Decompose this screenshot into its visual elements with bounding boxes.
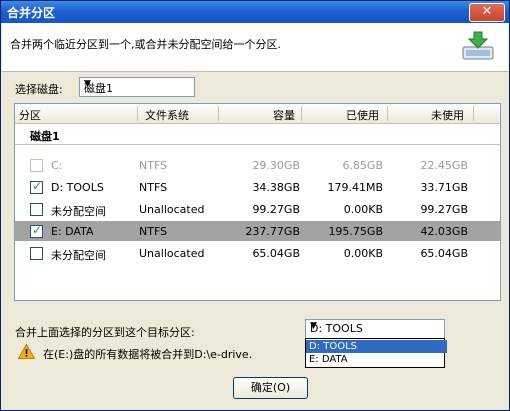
description-text: 合并两个临近分区到一个,或合并未分配空间给一个分区. <box>10 38 281 51</box>
partition-used: 195.75GB <box>328 225 383 238</box>
target-partition-dropdown[interactable]: D: TOOLS ▼ <box>305 319 445 339</box>
partition-name: 未分配空间 <box>51 249 106 262</box>
partition-free: 99.27GB <box>420 203 468 216</box>
partition-name: 未分配空间 <box>51 205 106 218</box>
partition-row[interactable]: ✓ E: DATA NTFS 237.77GB 195.75GB 42.03GB <box>15 221 500 241</box>
warning-icon <box>18 344 35 359</box>
target-dropdown-list: D: TOOLS E: DATA <box>305 338 447 368</box>
partition-capacity: 34.38GB <box>252 181 300 194</box>
check-icon: ✓ <box>32 179 43 193</box>
partition-name: E: DATA <box>51 225 94 238</box>
column-free[interactable]: 未使用 <box>431 107 464 123</box>
dropdown-option[interactable]: D: TOOLS <box>306 340 447 353</box>
warning-text: 在(E:)盘的所有数据将被合并到D:\e-drive. <box>43 348 253 361</box>
disk-group-label: 磁盘1 <box>30 130 60 143</box>
partition-capacity: 65.04GB <box>252 247 300 260</box>
chevron-down-icon[interactable]: ▼ <box>310 321 441 331</box>
partition-used: 179.41MB <box>327 181 383 194</box>
partition-checkbox[interactable]: ✓ <box>30 179 43 194</box>
column-partition[interactable]: 分区 <box>19 107 41 123</box>
target-partition-label: 合并上面选择的分区到这个目标分区: <box>15 326 195 339</box>
partition-checkbox[interactable] <box>30 203 43 216</box>
merge-partition-icon <box>462 31 494 60</box>
partition-checkbox[interactable] <box>30 247 43 260</box>
disk-dropdown[interactable]: 磁盘1 ▼ <box>79 77 195 97</box>
merge-partition-dialog: 合并分区 ✕ 合并两个临近分区到一个,或合并未分配空间给一个分区. 选择磁盘: … <box>0 0 510 411</box>
partition-filesystem: NTFS <box>139 225 168 238</box>
window-title: 合并分区 <box>7 6 56 20</box>
partition-list: 分区 文件系统 容量 已使用 未使用 磁盘1 C: NTFS 29.30GB 6.85… <box>14 103 501 301</box>
check-icon: ✓ <box>32 223 43 237</box>
column-header: 分区 文件系统 容量 已使用 未使用 <box>15 104 500 124</box>
partition-capacity: 237.77GB <box>245 225 300 238</box>
group-divider <box>15 144 500 145</box>
partition-capacity: 29.30GB <box>252 159 300 172</box>
partition-filesystem: NTFS <box>139 181 168 194</box>
close-button[interactable]: ✕ <box>469 3 505 22</box>
dropdown-option[interactable]: E: DATA <box>306 353 447 366</box>
chevron-down-icon[interactable]: ▼ <box>84 79 191 89</box>
ok-button[interactable]: 确定(O) <box>233 377 308 399</box>
column-used[interactable]: 已使用 <box>346 107 379 123</box>
partition-checkbox[interactable]: ✓ <box>30 223 43 238</box>
partition-name: D: TOOLS <box>51 181 104 194</box>
disk-select-label: 选择磁盘: <box>15 83 63 96</box>
partition-used: 6.85GB <box>342 159 383 172</box>
partition-free: 42.03GB <box>420 225 468 238</box>
partition-free: 65.04GB <box>420 247 468 260</box>
partition-row[interactable]: 未分配空间 Unallocated 99.27GB 0.00KB 99.27GB <box>15 199 500 219</box>
partition-checkbox <box>30 159 43 172</box>
partition-row[interactable]: ✓ D: TOOLS NTFS 34.38GB 179.41MB 33.71GB <box>15 177 500 197</box>
partition-free: 33.71GB <box>420 181 468 194</box>
partition-used: 0.00KB <box>343 247 383 260</box>
partition-used: 0.00KB <box>343 203 383 216</box>
partition-filesystem: Unallocated <box>139 203 205 216</box>
header-panel: 合并两个临近分区到一个,或合并未分配空间给一个分区. <box>2 23 508 72</box>
partition-free: 22.45GB <box>420 159 468 172</box>
column-filesystem[interactable]: 文件系统 <box>145 107 189 123</box>
title-bar: 合并分区 ✕ <box>1 1 509 23</box>
partition-row[interactable]: C: NTFS 29.30GB 6.85GB 22.45GB <box>15 155 500 175</box>
partition-filesystem: NTFS <box>139 159 168 172</box>
partition-row[interactable]: 未分配空间 Unallocated 65.04GB 0.00KB 65.04GB <box>15 243 500 263</box>
partition-name: C: <box>51 159 63 172</box>
partition-capacity: 99.27GB <box>252 203 300 216</box>
partition-filesystem: Unallocated <box>139 247 205 260</box>
column-capacity[interactable]: 容量 <box>273 107 295 123</box>
